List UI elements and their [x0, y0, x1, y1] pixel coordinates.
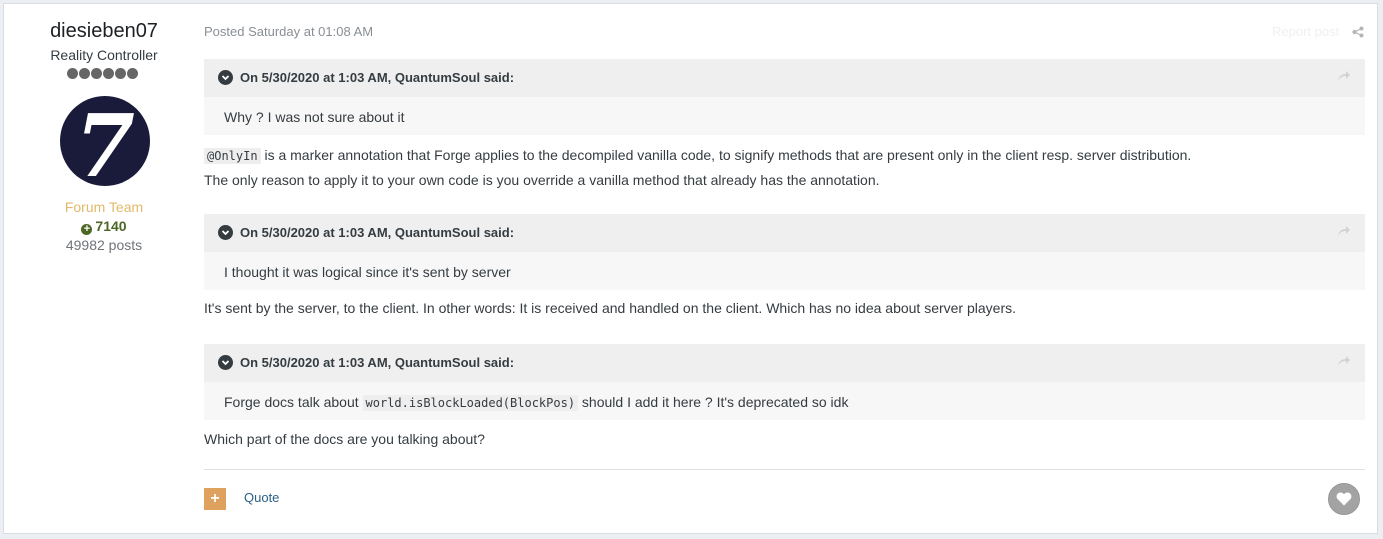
go-to-quote-arrow-icon[interactable] [1337, 70, 1351, 82]
quote-text: Forge docs talk about [224, 394, 363, 410]
author-name[interactable]: diesieben07 [4, 20, 204, 43]
rank-pips [67, 68, 138, 82]
post-paragraph: @OnlyIn is a marker annotation that Forg… [204, 143, 1191, 192]
quote-citation-text[interactable]: On 5/30/2020 at 1:03 AM, QuantumSoul sai… [240, 225, 514, 240]
quote-citation-text[interactable]: On 5/30/2020 at 1:03 AM, QuantumSoul sai… [240, 355, 514, 370]
quote-body: Why ? I was not sure about it [224, 109, 405, 125]
post-count: 49982 posts [65, 237, 143, 253]
inline-code: @OnlyIn [204, 148, 261, 164]
like-button[interactable] [1328, 483, 1360, 515]
forum-post: diesieben07 Reality Controller 7 Forum T… [3, 3, 1378, 534]
plus-circle-icon: + [81, 224, 93, 235]
quote-text: should I add it here ? It's deprecated s… [578, 394, 849, 410]
author-title: Reality Controller [50, 47, 158, 63]
heart-icon [1336, 492, 1352, 506]
reputation-badge[interactable]: +7140 [4, 218, 204, 235]
blockquote: On 5/30/2020 at 1:03 AM, QuantumSoul sai… [204, 344, 1365, 420]
avatar-glyph: 7 [75, 96, 135, 186]
share-icon[interactable] [1352, 26, 1364, 38]
post-text: The only reason to apply it to your own … [204, 172, 880, 188]
go-to-quote-arrow-icon[interactable] [1337, 355, 1351, 367]
chevron-down-icon[interactable] [218, 355, 233, 370]
quote-body: Forge docs talk about world.isBlockLoade… [224, 394, 849, 411]
quote-citation: On 5/30/2020 at 1:03 AM, QuantumSoul sai… [204, 344, 1365, 382]
multiquote-button[interactable]: + [204, 488, 226, 510]
quote-citation: On 5/30/2020 at 1:03 AM, QuantumSoul sai… [204, 59, 1365, 97]
rank-pip [103, 68, 114, 79]
rank-pip [79, 68, 90, 79]
quote-body: I thought it was logical since it's sent… [224, 264, 511, 280]
reputation-count: 7140 [95, 218, 127, 234]
go-to-quote-arrow-icon[interactable] [1337, 225, 1351, 237]
quote-citation-text[interactable]: On 5/30/2020 at 1:03 AM, QuantumSoul sai… [240, 70, 514, 85]
post-text: Which part of the docs are you talking a… [204, 431, 485, 447]
quote-citation: On 5/30/2020 at 1:03 AM, QuantumSoul sai… [204, 214, 1365, 252]
post-text: is a marker annotation that Forge applie… [260, 147, 1192, 163]
post-date[interactable]: Posted Saturday at 01:08 AM [204, 24, 373, 39]
inline-code: world.isBlockLoaded(BlockPos) [362, 395, 579, 411]
rank-pip [91, 68, 102, 79]
quote-button[interactable]: Quote [244, 490, 279, 505]
rank-pip [127, 68, 138, 79]
avatar[interactable]: 7 [60, 96, 150, 186]
rank-pip [67, 68, 78, 79]
report-post-link[interactable]: Report post [1272, 24, 1339, 39]
chevron-down-icon[interactable] [218, 70, 233, 85]
blockquote: On 5/30/2020 at 1:03 AM, QuantumSoul sai… [204, 214, 1365, 290]
post-text: It's sent by the server, to the client. … [204, 300, 1017, 316]
blockquote: On 5/30/2020 at 1:03 AM, QuantumSoul sai… [204, 59, 1365, 135]
post-footer-divider [204, 469, 1365, 470]
author-group: Forum Team [64, 199, 144, 215]
rank-pip [115, 68, 126, 79]
chevron-down-icon[interactable] [218, 225, 233, 240]
